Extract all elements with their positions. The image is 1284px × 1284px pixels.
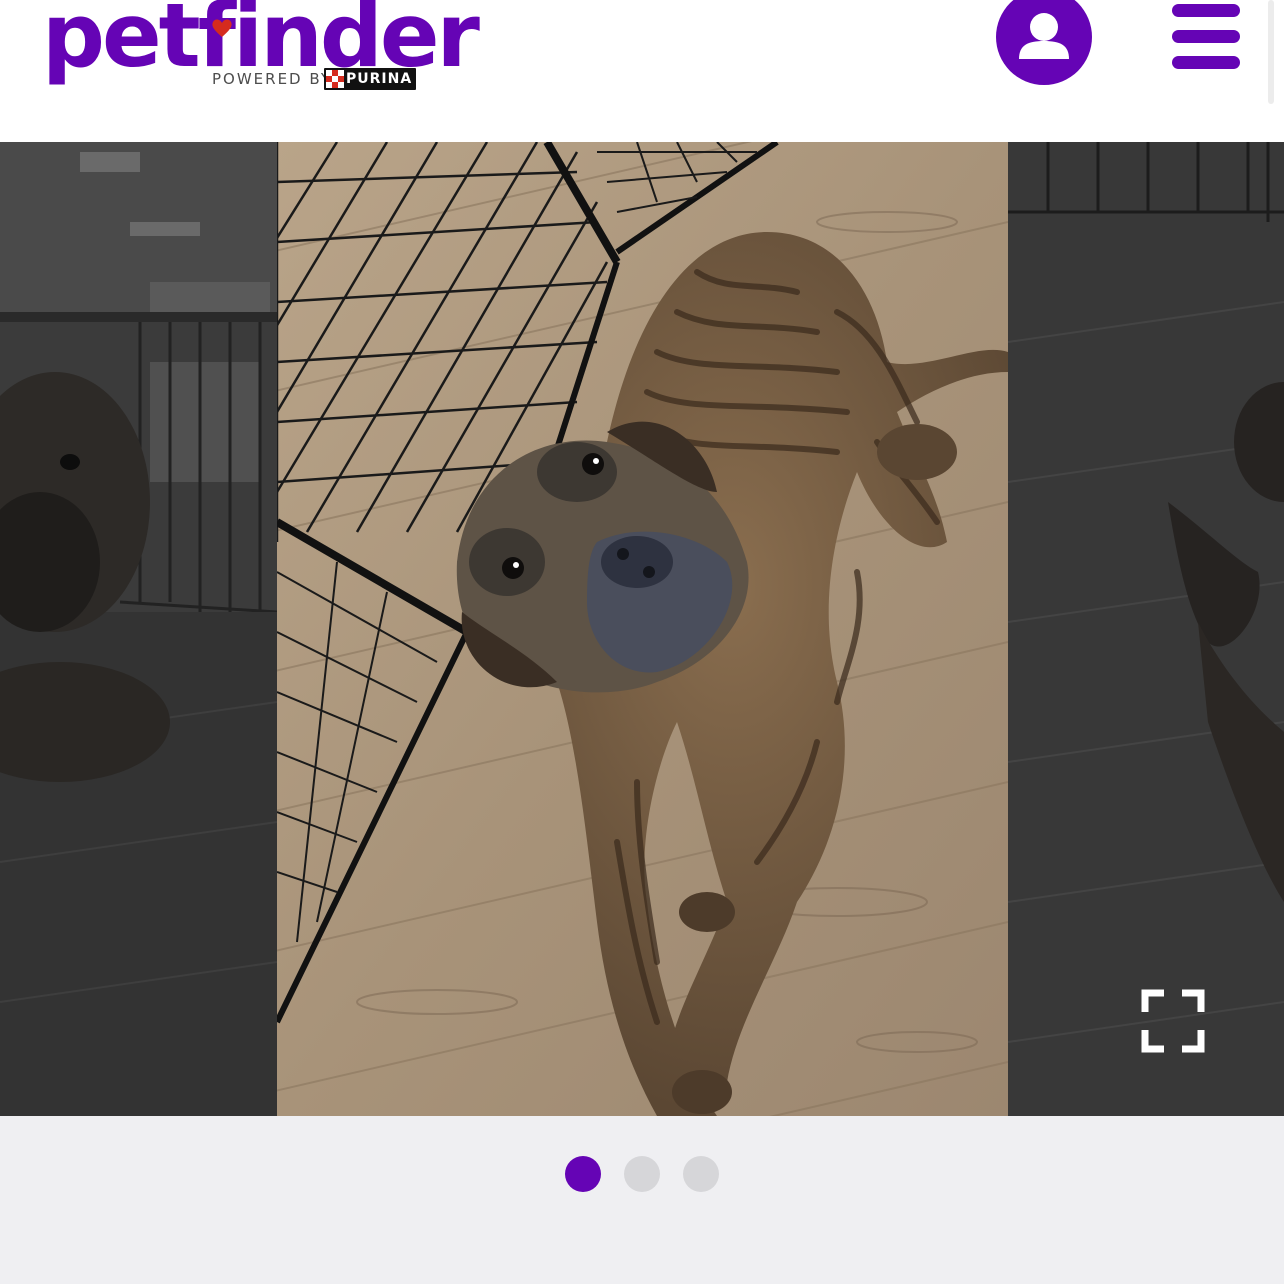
pagination-dot-3[interactable] — [683, 1156, 719, 1192]
menu-button[interactable] — [1172, 4, 1240, 70]
pagination-dot-2[interactable] — [624, 1156, 660, 1192]
purina-wordmark: PURINA — [346, 71, 413, 87]
checkerboard-icon — [326, 70, 344, 88]
brindle-dog-photo — [277, 142, 1008, 1116]
next-slide[interactable] — [1008, 142, 1284, 1116]
powered-by-label: POWERED BY — [212, 70, 333, 88]
carousel-pagination — [0, 1116, 1284, 1284]
main-pet-photo[interactable] — [277, 142, 1008, 1116]
user-icon — [1019, 13, 1069, 59]
purina-logo: PURINA — [324, 68, 416, 90]
site-header: petfinder POWERED BY PURINA — [0, 0, 1284, 142]
next-dog-photo — [1008, 142, 1284, 1116]
account-button[interactable] — [996, 0, 1092, 85]
fullscreen-expand-icon — [1141, 989, 1205, 1053]
heart-icon — [212, 19, 232, 37]
previous-dog-photo — [0, 142, 277, 1116]
pet-photo-carousel[interactable] — [0, 142, 1284, 1116]
hamburger-menu-icon — [1172, 4, 1240, 17]
scroll-indicator — [1268, 0, 1274, 104]
fullscreen-button[interactable] — [1140, 988, 1206, 1054]
previous-slide[interactable] — [0, 142, 277, 1116]
pagination-dot-1[interactable] — [565, 1156, 601, 1192]
